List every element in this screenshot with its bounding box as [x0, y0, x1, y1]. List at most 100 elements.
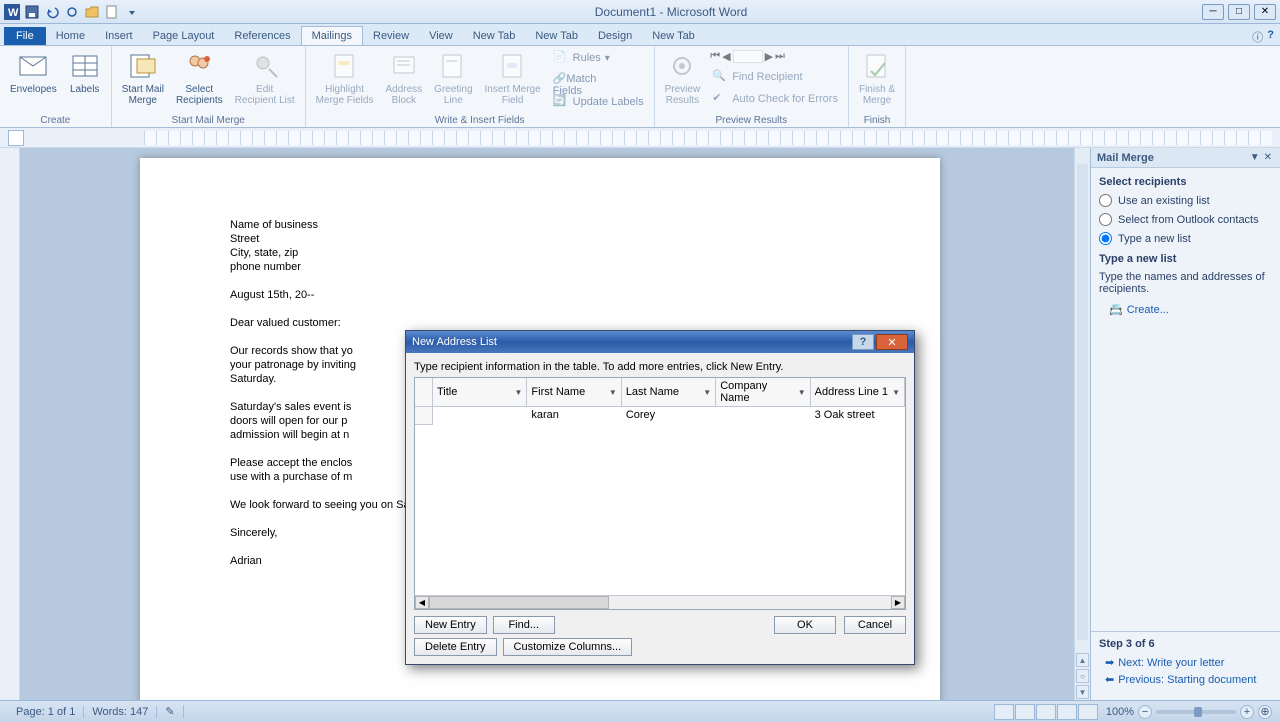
col-address[interactable]: Address Line 1▼ [811, 378, 905, 406]
col-title[interactable]: Title▼ [433, 378, 527, 406]
tab-design[interactable]: Design [588, 27, 642, 45]
prev-record-icon[interactable]: ◀ [722, 50, 730, 63]
previous-step-link[interactable]: ⬅Previous: Starting document [1105, 673, 1272, 686]
file-tab[interactable]: File [4, 27, 46, 45]
dialog-help-button[interactable]: ? [852, 334, 874, 350]
dialog-close-button[interactable]: ✕ [876, 334, 908, 350]
radio-type-new-list[interactable]: Type a new list [1099, 232, 1272, 245]
vertical-ruler[interactable] [0, 148, 20, 700]
browse-object-icon[interactable]: ○ [1076, 669, 1089, 683]
minimize-button[interactable]: ─ [1202, 4, 1224, 20]
minimize-ribbon-icon[interactable]: ⓘ [1252, 29, 1263, 45]
tab-new-3[interactable]: New Tab [642, 27, 705, 45]
proofing-icon[interactable]: ✎ [157, 705, 183, 718]
dialog-title: New Address List [412, 336, 852, 348]
find-recipient-button[interactable]: 🔍Find Recipient [708, 67, 842, 87]
next-page-icon[interactable]: ▼ [1076, 685, 1089, 699]
web-layout-view[interactable] [1036, 704, 1056, 720]
cell-company[interactable] [716, 407, 810, 425]
cell-first[interactable]: karan [527, 407, 621, 425]
cancel-button[interactable]: Cancel [844, 616, 906, 634]
create-link[interactable]: 📇 Create... [1109, 303, 1272, 316]
tab-mailings[interactable]: Mailings [301, 26, 363, 45]
last-record-icon[interactable]: ⏭ [775, 50, 785, 63]
match-fields-button[interactable]: 🔗Match Fields [549, 70, 648, 90]
new-icon[interactable] [104, 4, 120, 20]
tab-page-layout[interactable]: Page Layout [143, 27, 225, 45]
tab-view[interactable]: View [419, 27, 463, 45]
delete-entry-button[interactable]: Delete Entry [414, 638, 497, 656]
type-new-list-heading: Type a new list [1099, 253, 1272, 265]
tab-insert[interactable]: Insert [95, 27, 143, 45]
address-block-button[interactable]: Address Block [381, 48, 426, 108]
next-record-icon[interactable]: ▶ [765, 50, 773, 63]
zoom-slider[interactable] [1156, 710, 1236, 714]
save-icon[interactable] [24, 4, 40, 20]
maximize-button[interactable]: □ [1228, 4, 1250, 20]
type-new-list-text: Type the names and addresses of recipien… [1099, 271, 1272, 295]
arrow-left-icon: ⬅ [1105, 673, 1114, 686]
qat-dropdown-icon[interactable] [124, 4, 140, 20]
tab-selector[interactable] [8, 130, 24, 146]
col-first-name[interactable]: First Name▼ [527, 378, 621, 406]
page-status[interactable]: Page: 1 of 1 [8, 706, 84, 718]
redo-icon[interactable] [64, 4, 80, 20]
select-recipients-button[interactable]: Select Recipients [172, 48, 227, 108]
first-record-icon[interactable]: ⏮ [710, 50, 720, 63]
zoom-out-button[interactable]: − [1138, 705, 1152, 719]
document-area[interactable]: Name of business Street City, state, zip… [20, 148, 1074, 700]
cell-last[interactable]: Corey [622, 407, 716, 425]
col-company[interactable]: Company Name▼ [716, 378, 810, 406]
envelopes-button[interactable]: Envelopes [6, 48, 61, 97]
taskpane-dropdown-icon[interactable]: ▼ [1248, 152, 1262, 163]
radio-outlook-contacts[interactable]: Select from Outlook contacts [1099, 213, 1272, 226]
update-labels-button[interactable]: 🔄Update Labels [549, 92, 648, 112]
preview-results-button[interactable]: Preview Results [661, 48, 705, 108]
open-icon[interactable] [84, 4, 100, 20]
horizontal-ruler[interactable] [144, 131, 1272, 145]
tab-review[interactable]: Review [363, 27, 419, 45]
rules-button[interactable]: 📄Rules ▾ [549, 48, 648, 68]
radio-existing-list[interactable]: Use an existing list [1099, 194, 1272, 207]
finish-merge-button[interactable]: Finish & Merge [855, 48, 899, 108]
grid-hscroll[interactable]: ◀▶ [415, 595, 905, 609]
cell-addr[interactable]: 3 Oak street [811, 407, 905, 425]
print-layout-view[interactable] [994, 704, 1014, 720]
labels-button[interactable]: Labels [65, 48, 105, 97]
highlight-merge-fields-button[interactable]: Highlight Merge Fields [312, 48, 378, 108]
find-button[interactable]: Find... [493, 616, 555, 634]
tab-new-2[interactable]: New Tab [525, 27, 588, 45]
vertical-scrollbar[interactable]: ▲ ○ ▼ [1074, 148, 1090, 700]
ok-button[interactable]: OK [774, 616, 836, 634]
full-screen-view[interactable] [1015, 704, 1035, 720]
zoom-in-button[interactable]: + [1240, 705, 1254, 719]
outline-view[interactable] [1057, 704, 1077, 720]
cell-title[interactable] [433, 407, 527, 425]
write-insert-group-label: Write & Insert Fields [312, 114, 648, 127]
greeting-line-button[interactable]: Greeting Line [430, 48, 476, 108]
finish-group-label: Finish [855, 114, 899, 127]
grid-row[interactable]: karan Corey 3 Oak street [415, 407, 905, 425]
new-entry-button[interactable]: New Entry [414, 616, 487, 634]
customize-columns-button[interactable]: Customize Columns... [503, 638, 633, 656]
address-grid[interactable]: Title▼ First Name▼ Last Name▼ Company Na… [414, 377, 906, 610]
prev-page-icon[interactable]: ▲ [1076, 653, 1089, 667]
auto-check-errors-button[interactable]: ✔Auto Check for Errors [708, 89, 842, 109]
close-button[interactable]: ✕ [1254, 4, 1276, 20]
help-icon[interactable]: ? [1267, 29, 1274, 45]
taskpane-close-icon[interactable]: ✕ [1262, 152, 1274, 163]
tab-home[interactable]: Home [46, 27, 95, 45]
col-last-name[interactable]: Last Name▼ [622, 378, 716, 406]
next-step-link[interactable]: ➡Next: Write your letter [1105, 656, 1272, 669]
zoom-level[interactable]: 100% [1106, 706, 1134, 718]
word-count[interactable]: Words: 147 [84, 706, 157, 718]
tab-new-1[interactable]: New Tab [463, 27, 526, 45]
start-mail-merge-button[interactable]: Start Mail Merge [118, 48, 168, 108]
draft-view[interactable] [1078, 704, 1098, 720]
word-icon: W [4, 4, 20, 20]
insert-merge-field-button[interactable]: Insert Merge Field [481, 48, 545, 108]
zoom-fit-button[interactable]: ⊕ [1258, 705, 1272, 719]
undo-icon[interactable] [44, 4, 60, 20]
edit-recipient-list-button[interactable]: Edit Recipient List [231, 48, 299, 108]
tab-references[interactable]: References [224, 27, 300, 45]
